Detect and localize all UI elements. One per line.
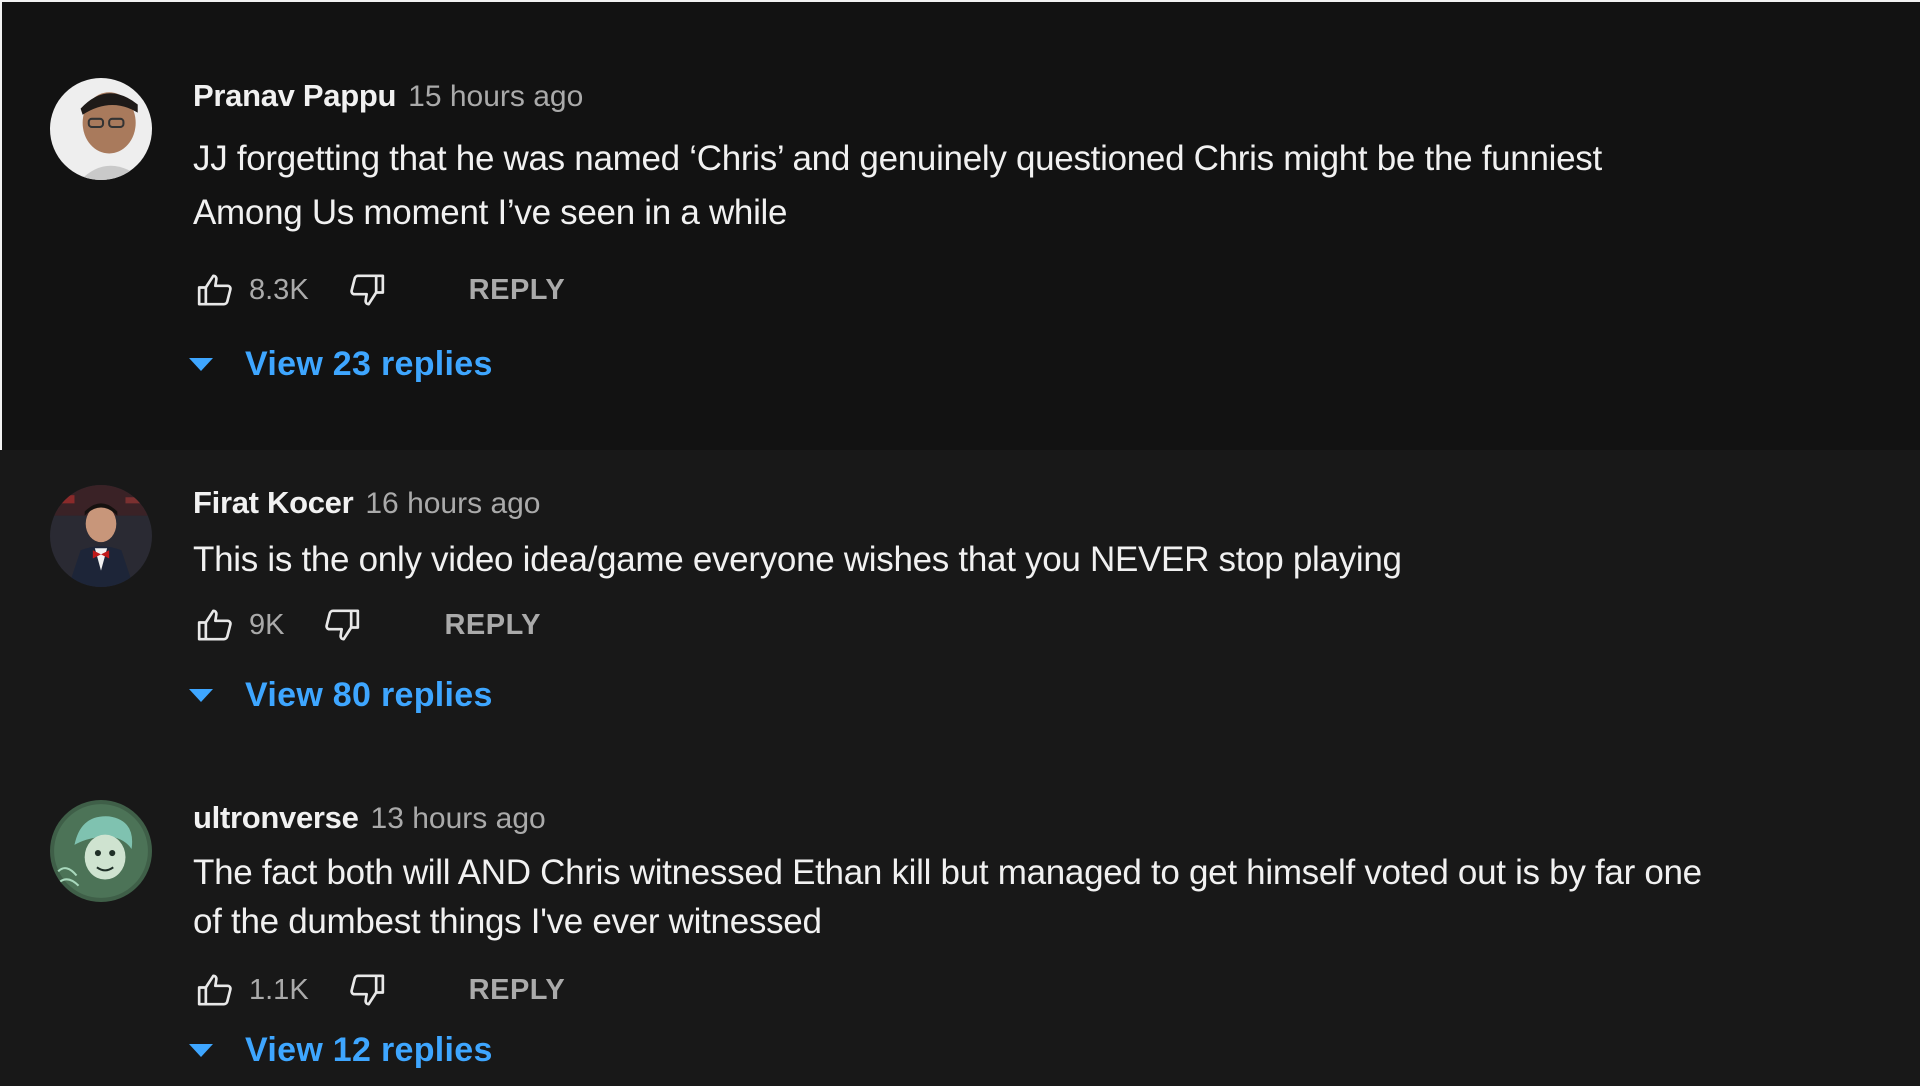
comment-text: The fact both will AND Chris witnessed E…: [193, 848, 1813, 946]
caret-down-icon: [189, 688, 213, 702]
comment-actions: 1.1K REPLY: [193, 966, 1843, 1014]
reply-button[interactable]: REPLY: [469, 974, 566, 1007]
thumbs-up-icon: [197, 974, 232, 1006]
comment-author[interactable]: ultronverse: [193, 800, 359, 836]
avatar[interactable]: [50, 78, 152, 180]
comment-text-line: JJ forgetting that he was named ‘Chris’ …: [193, 139, 1602, 178]
comment-author[interactable]: Firat Kocer: [193, 485, 354, 521]
dislike-button[interactable]: [320, 603, 364, 647]
comment-timestamp[interactable]: 16 hours ago: [365, 487, 540, 521]
view-replies-button[interactable]: View 23 replies: [189, 340, 1843, 388]
avatar-image: [50, 485, 152, 587]
comment-timestamp[interactable]: 15 hours ago: [408, 80, 583, 114]
reply-button[interactable]: REPLY: [444, 609, 541, 642]
like-count: 8.3K: [249, 273, 309, 306]
comment-actions: 8.3K REPLY: [193, 266, 1843, 314]
avatar[interactable]: [50, 800, 152, 902]
thumbs-down-icon: [349, 974, 384, 1006]
like-count: 1.1K: [249, 973, 309, 1006]
comment-text: JJ forgetting that he was named ‘Chris’ …: [193, 132, 1813, 240]
comment-author[interactable]: Pranav Pappu: [193, 78, 396, 114]
comment-text-line: Among Us moment I’ve seen in a while: [193, 193, 788, 232]
avatar[interactable]: [50, 485, 152, 587]
dislike-button[interactable]: [345, 968, 389, 1012]
thumbs-up-icon: [197, 609, 232, 641]
caret-down-icon: [189, 357, 213, 371]
dislike-button[interactable]: [345, 268, 389, 312]
view-replies-button[interactable]: View 80 replies: [189, 671, 1843, 719]
like-button[interactable]: [193, 603, 237, 647]
like-button[interactable]: [193, 268, 237, 312]
like-button[interactable]: [193, 968, 237, 1012]
avatar-image: [50, 78, 152, 180]
view-replies-button[interactable]: View 12 replies: [189, 1026, 1843, 1074]
view-replies-label: View 80 replies: [245, 675, 493, 714]
thumbs-down-icon: [349, 274, 384, 306]
avatar-image: [50, 800, 152, 902]
comment-timestamp[interactable]: 13 hours ago: [371, 802, 546, 836]
view-replies-label: View 23 replies: [245, 344, 493, 383]
comment-text: This is the only video idea/game everyon…: [193, 533, 1813, 587]
comment-text-line: of the dumbest things I've ever witnesse…: [193, 902, 822, 941]
thumbs-up-icon: [197, 274, 232, 306]
caret-down-icon: [189, 1043, 213, 1057]
comments-section: Pranav Pappu 15 hours ago JJ forgetting …: [0, 0, 1920, 1086]
reply-button[interactable]: REPLY: [469, 274, 566, 307]
like-count: 9K: [249, 608, 285, 641]
comment-text-line: The fact both will AND Chris witnessed E…: [193, 853, 1702, 892]
comment-text-line: This is the only video idea/game everyon…: [193, 540, 1402, 579]
thumbs-down-icon: [325, 609, 360, 641]
view-replies-label: View 12 replies: [245, 1030, 493, 1069]
comment-actions: 9K REPLY: [193, 601, 1843, 649]
